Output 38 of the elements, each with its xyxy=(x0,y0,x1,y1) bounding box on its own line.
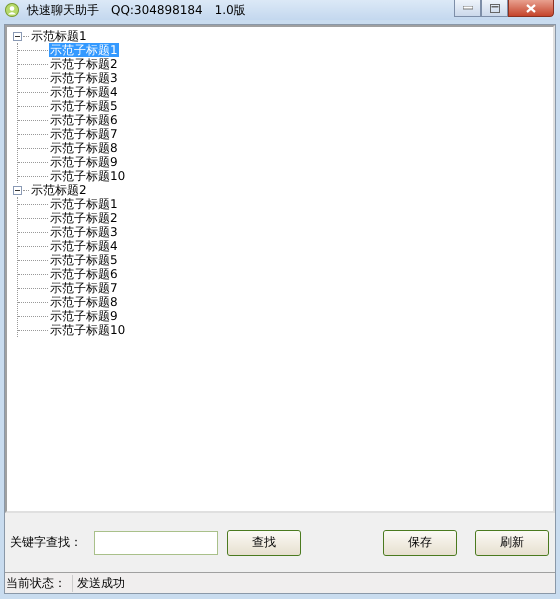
search-field[interactable] xyxy=(94,530,218,554)
tree-item[interactable]: 示范子标题3 xyxy=(49,225,119,239)
tree-item[interactable]: 示范子标题7 xyxy=(49,281,119,295)
tree-item[interactable]: 示范子标题6 xyxy=(49,113,119,127)
tree-item[interactable]: 示范子标题9 xyxy=(49,309,119,323)
find-button[interactable]: 查找 xyxy=(227,530,301,556)
search-label: 关键字查找： xyxy=(10,534,82,551)
tree-item[interactable]: 示范子标题3 xyxy=(49,71,119,85)
app-icon xyxy=(5,3,19,17)
maximize-button[interactable] xyxy=(481,0,508,17)
tree-item[interactable]: 示范子标题4 xyxy=(49,85,119,99)
tree-item[interactable]: 示范子标题1 xyxy=(49,197,119,211)
refresh-button[interactable]: 刷新 xyxy=(475,530,549,556)
tree-item[interactable]: 示范标题1 xyxy=(30,29,88,43)
save-button[interactable]: 保存 xyxy=(383,530,457,556)
tree-item[interactable]: 示范子标题5 xyxy=(49,253,119,267)
collapse-icon[interactable] xyxy=(13,32,22,40)
minimize-button[interactable] xyxy=(454,0,481,17)
status-label: 当前状态： xyxy=(5,574,73,592)
window-title: 快速聊天助手 QQ:304898184 1.0版 xyxy=(27,2,246,18)
tree-item[interactable]: 示范子标题8 xyxy=(49,141,119,155)
status-text: 发送成功 xyxy=(76,574,125,592)
tree-item[interactable]: 示范子标题9 xyxy=(49,155,119,169)
collapse-icon[interactable] xyxy=(13,186,22,194)
tree-item[interactable]: 示范子标题2 xyxy=(49,211,119,225)
tree-item[interactable]: 示范子标题6 xyxy=(49,267,119,281)
tree-item[interactable]: 示范子标题7 xyxy=(49,127,119,141)
tree-item[interactable]: 示范子标题2 xyxy=(49,57,119,71)
tree-item[interactable]: 示范标题2 xyxy=(30,183,88,197)
tree-item[interactable]: 示范子标题4 xyxy=(49,239,119,253)
maximize-icon xyxy=(490,4,500,12)
tree-item[interactable]: 示范子标题5 xyxy=(49,99,119,113)
tree-item[interactable]: 示范子标题10 xyxy=(49,323,126,337)
minimize-icon xyxy=(462,6,472,10)
close-button[interactable] xyxy=(508,0,554,17)
tree-item[interactable]: 示范子标题8 xyxy=(49,295,119,309)
close-icon xyxy=(526,4,536,12)
tree-item[interactable]: 示范子标题10 xyxy=(49,169,126,183)
